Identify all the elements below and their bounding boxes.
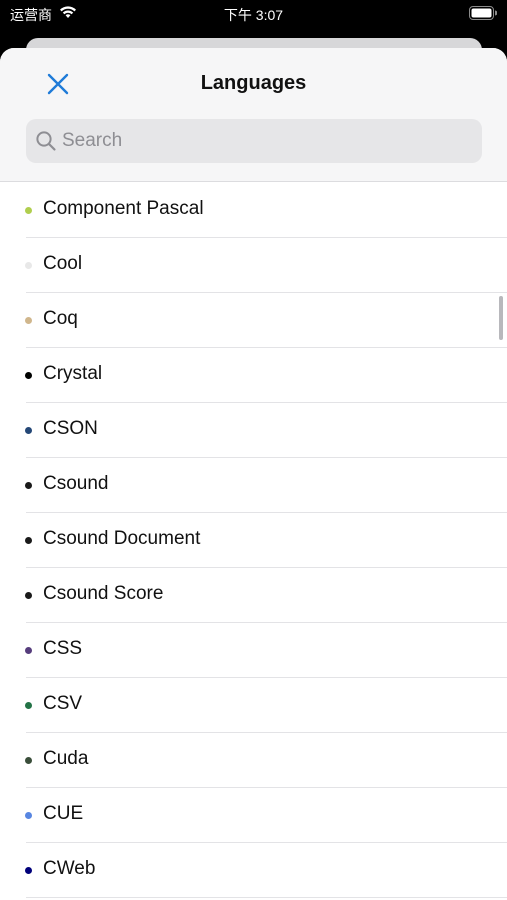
language-color-dot — [25, 537, 32, 544]
language-row[interactable]: CSS — [0, 623, 507, 678]
language-label: Csound Document — [43, 528, 201, 549]
language-color-dot — [25, 757, 32, 764]
battery-icon — [469, 6, 498, 25]
language-row[interactable]: CUE — [0, 788, 507, 843]
language-color-dot — [25, 647, 32, 654]
languages-sheet: Languages Component Pascal Cool Coq Crystal… — [0, 48, 507, 900]
language-color-dot — [25, 812, 32, 819]
language-color-dot — [25, 702, 32, 709]
language-row[interactable]: Csound Score — [0, 568, 507, 623]
language-row[interactable]: CSV — [0, 678, 507, 733]
status-time: 下午 3:07 — [223, 7, 284, 23]
language-row[interactable]: Crystal — [0, 348, 507, 403]
sheet-title: Languages — [200, 72, 307, 94]
language-label: Component Pascal — [43, 198, 204, 219]
language-color-dot — [25, 867, 32, 874]
language-color-dot — [25, 372, 32, 379]
language-row[interactable]: CSON — [0, 403, 507, 458]
language-color-dot — [25, 482, 32, 489]
language-label: CWeb — [43, 858, 96, 879]
search-icon — [35, 130, 57, 157]
language-label: Cuda — [43, 748, 89, 769]
sheet-header: Languages — [0, 48, 507, 182]
screen: 运营商 下午 3:07 Languages Search Component P… — [0, 0, 507, 900]
language-label: Csound Score — [43, 583, 164, 604]
language-label: CSON — [43, 418, 98, 439]
language-row[interactable]: Coq — [0, 293, 507, 348]
language-label: CSS — [43, 638, 83, 659]
language-row[interactable]: Cool — [0, 238, 507, 293]
language-color-dot — [25, 317, 32, 324]
language-color-dot — [25, 592, 32, 599]
language-label: Coq — [43, 308, 78, 329]
language-color-dot — [25, 207, 32, 214]
language-label: Crystal — [43, 363, 103, 384]
language-color-dot — [25, 427, 32, 434]
language-row[interactable]: Component Pascal — [0, 183, 507, 238]
language-row[interactable]: Csound Document — [0, 513, 507, 568]
language-label: Cool — [43, 253, 83, 274]
language-label: CUE — [43, 803, 84, 824]
status-bar: 运营商 下午 3:07 — [0, 0, 507, 30]
language-list: Component Pascal Cool Coq Crystal CSON Csound… — [0, 183, 507, 900]
search-bar[interactable] — [26, 119, 482, 163]
language-row[interactable]: CWeb — [0, 843, 507, 898]
language-color-dot — [25, 262, 32, 269]
language-row[interactable]: Cuda — [0, 733, 507, 788]
row-divider — [26, 897, 507, 898]
language-label: CSV — [43, 693, 83, 714]
search-input[interactable] — [62, 119, 472, 163]
scroll-indicator[interactable] — [499, 296, 503, 340]
language-label: Csound — [43, 473, 109, 494]
language-row[interactable]: Csound — [0, 458, 507, 513]
